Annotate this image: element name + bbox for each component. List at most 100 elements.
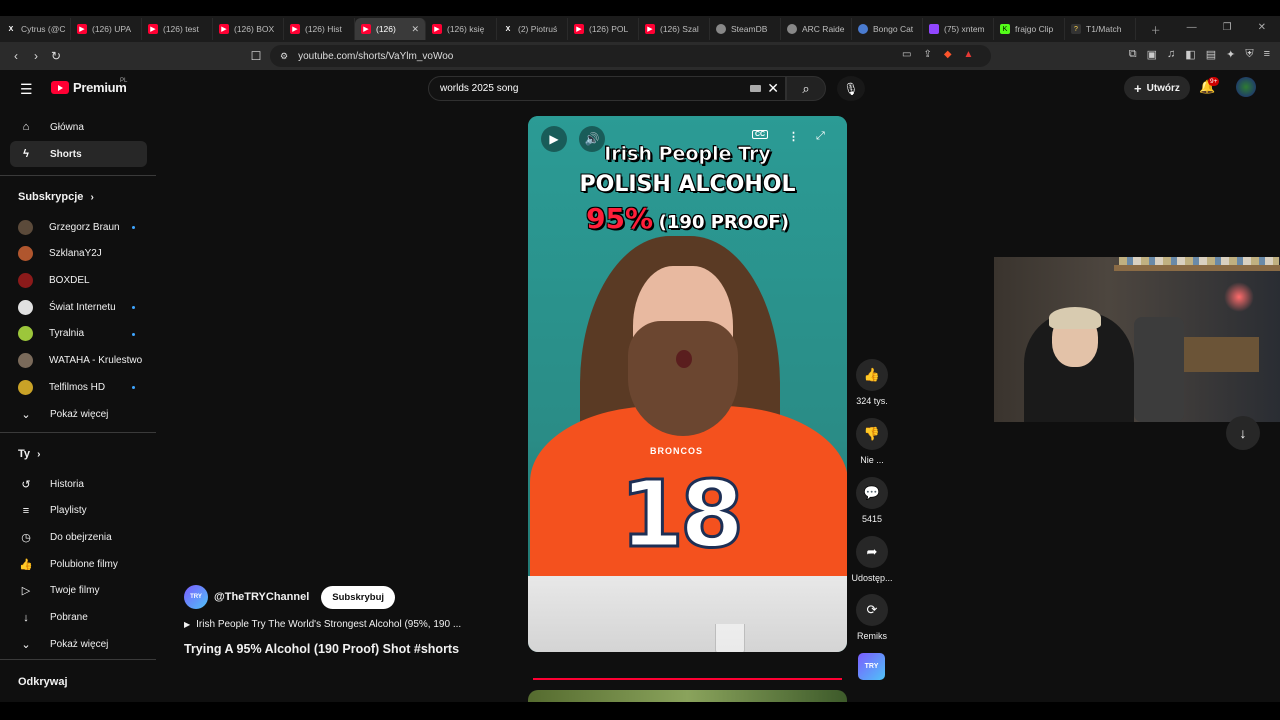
sidebar-item-you[interactable]: ↺ Historia — [10, 471, 147, 497]
bookmark-icon[interactable]: ☐ — [246, 49, 266, 63]
reload-icon[interactable]: ↻ — [46, 49, 66, 63]
reader-icon[interactable]: ▣ — [1147, 48, 1157, 61]
share-page-icon[interactable]: ⇪ — [923, 49, 931, 60]
video-title[interactable]: Trying A 95% Alcohol (190 Proof) Shot #s… — [184, 642, 514, 656]
create-button[interactable]: + Utwórz — [1124, 76, 1190, 100]
channel-avatar — [18, 353, 33, 368]
extensions-icon[interactable]: ⧉ — [1129, 48, 1137, 61]
channel-name[interactable]: @TheTRYChannel — [214, 591, 309, 603]
menu-icon[interactable]: ≡ — [1264, 48, 1270, 61]
browser-tab[interactable]: (75) xntem — [923, 18, 994, 40]
comments-action[interactable]: 💬 5415 — [847, 477, 897, 524]
dislike-button[interactable]: 👎 — [856, 418, 888, 450]
brave-shield-icon[interactable]: ◆ — [944, 49, 952, 60]
media-icon[interactable]: ♫ — [1167, 48, 1175, 61]
sound-link[interactable]: ▶ Irish People Try The World's Strongest… — [184, 619, 514, 630]
browser-tab[interactable]: ▶ (126) BOX — [213, 18, 284, 40]
keyboard-icon[interactable] — [750, 85, 761, 92]
sidebar-item-you[interactable]: ⌄ Pokaż więcej — [10, 631, 147, 657]
fullscreen-icon[interactable]: ⤢ — [816, 130, 825, 143]
like-button[interactable]: 👍 — [856, 359, 888, 391]
leo-ai-icon[interactable]: ✦ — [1226, 48, 1235, 61]
video-progress-bar[interactable] — [533, 678, 842, 680]
browser-tab[interactable]: X (2) Piotruś — [497, 18, 568, 40]
sidebar-item-you[interactable]: ≡ Playlisty — [10, 498, 147, 524]
jersey-number: 18 — [618, 460, 745, 570]
site-info-icon[interactable]: ⚙ — [280, 51, 288, 62]
minimize-icon[interactable]: — — [1187, 22, 1197, 37]
volume-button[interactable]: 🔊 — [579, 126, 605, 152]
share-button[interactable]: ➦ — [856, 536, 888, 568]
comments-button[interactable]: 💬 — [856, 477, 888, 509]
play-button[interactable]: ▶ — [541, 126, 567, 152]
channel-avatar — [18, 299, 33, 315]
url-field[interactable]: ⚙ youtube.com/shorts/VaYlm_voWoo — [270, 45, 991, 67]
shorts-video-player[interactable]: BRONCOS 18 Irish People Try POLISH ALCOH… — [528, 116, 847, 652]
account-avatar[interactable] — [1236, 77, 1256, 97]
browser-tab[interactable]: ▶ (126) Szal — [639, 18, 710, 40]
share-action[interactable]: ➦ Udostęp... — [847, 536, 897, 583]
sidebar-subscription[interactable]: Telfilmos HD — [10, 374, 147, 400]
sidebar-subscription[interactable]: WATAHA - Krulestwo — [10, 348, 147, 374]
sidebar-subscription[interactable]: BOXDEL — [10, 267, 147, 293]
browser-tab[interactable]: ▶ (126) Hist — [284, 18, 355, 40]
tab-title: T1/Match — [1086, 24, 1122, 34]
browser-tab[interactable]: ? T1/Match — [1065, 18, 1136, 40]
wallet-icon[interactable]: ▤ — [1206, 48, 1216, 61]
dislike-action[interactable]: 👎 Nie ... — [847, 418, 897, 465]
maximize-icon[interactable]: ❐ — [1223, 22, 1232, 37]
browser-tab[interactable]: ▶ (126) księ — [426, 18, 497, 40]
captions-icon[interactable]: CC — [752, 130, 769, 139]
search-button[interactable]: ⌕ — [786, 76, 826, 101]
browser-tab[interactable]: Bongo Cat — [852, 18, 923, 40]
subscribe-button[interactable]: Subskrybuj — [321, 585, 396, 609]
sidebar-subscription[interactable]: SzklanaY2J — [10, 241, 147, 267]
you-header[interactable]: Ty › — [18, 448, 40, 460]
sidebar-item-home[interactable]: ⌂ Główna — [10, 114, 147, 140]
sidebar-toggle-icon[interactable]: ◧ — [1185, 48, 1195, 61]
clear-search-icon[interactable]: ✕ — [767, 80, 779, 97]
channel-avatar — [18, 379, 33, 395]
channel-thumbnail-button[interactable]: TRY — [858, 653, 885, 680]
next-video-button[interactable]: ↓ — [1226, 416, 1260, 450]
sidebar-item-you[interactable]: ▷ Twoje filmy — [10, 578, 147, 604]
forward-icon[interactable]: › — [26, 49, 46, 63]
browser-tab[interactable]: SteamDB — [710, 18, 781, 40]
sidebar-item-you[interactable]: ◷ Do obejrzenia — [10, 524, 147, 550]
notifications-button[interactable]: 🔔 9+ — [1199, 77, 1220, 95]
brave-rewards-icon[interactable]: ▲ — [964, 49, 974, 60]
youtube-premium-logo[interactable]: Premium PL — [51, 78, 127, 95]
like-action[interactable]: 👍 324 tys. — [847, 359, 897, 406]
subscriptions-header[interactable]: Subskrypcje › — [18, 191, 94, 203]
sidebar-item-you[interactable]: ↓ Pobrane — [10, 605, 147, 631]
browser-tab[interactable]: ▶ (126) test — [142, 18, 213, 40]
sidebar-subscription[interactable]: Grzegorz Braun — [10, 214, 147, 240]
sidebar-subscription[interactable]: Świat Internetu — [10, 294, 147, 320]
browser-tab[interactable]: X Cytrus (@C — [0, 18, 71, 40]
sidebar-item-you[interactable]: 👍 Polubione filmy — [10, 551, 147, 577]
next-short-preview[interactable] — [528, 690, 847, 702]
remix-action[interactable]: ⟳ Remiks — [847, 594, 897, 641]
browser-tab[interactable]: Kfrajgo Clip — [994, 18, 1065, 40]
vpn-icon[interactable]: ⛨ — [1245, 48, 1253, 61]
sidebar-item-shorts[interactable]: ϟ Shorts — [10, 141, 147, 167]
sidebar-show-more-subs[interactable]: ⌄ Pokaż więcej — [10, 401, 147, 427]
back-icon[interactable]: ‹ — [6, 49, 26, 63]
voice-search-button[interactable]: 🎙 — [837, 76, 865, 101]
browser-tab[interactable]: ARC Raide — [781, 18, 852, 40]
more-options-icon[interactable]: ⋮ — [788, 130, 799, 143]
new-tab-icon[interactable]: ＋ — [1151, 22, 1161, 37]
cast-icon[interactable]: ▭ — [902, 49, 911, 60]
video-person-mouth — [676, 350, 692, 368]
channel-avatar[interactable]: TRY — [184, 585, 208, 609]
close-tab-icon[interactable]: ✕ — [411, 24, 419, 35]
remix-button[interactable]: ⟳ — [856, 594, 888, 626]
browser-tab[interactable]: ▶ (126) POL — [568, 18, 639, 40]
youtube-icon: ▶ — [432, 24, 442, 34]
search-input[interactable]: worlds 2025 song ✕ — [428, 76, 786, 101]
sidebar-subscription[interactable]: Tyralnia — [10, 321, 147, 347]
browser-tab[interactable]: ▶ (126) UPA — [71, 18, 142, 40]
hamburger-menu-icon[interactable]: ☰ — [20, 81, 33, 98]
browser-tab[interactable]: ▶ (126) ✕ — [355, 18, 426, 40]
close-window-icon[interactable]: ✕ — [1258, 22, 1266, 37]
